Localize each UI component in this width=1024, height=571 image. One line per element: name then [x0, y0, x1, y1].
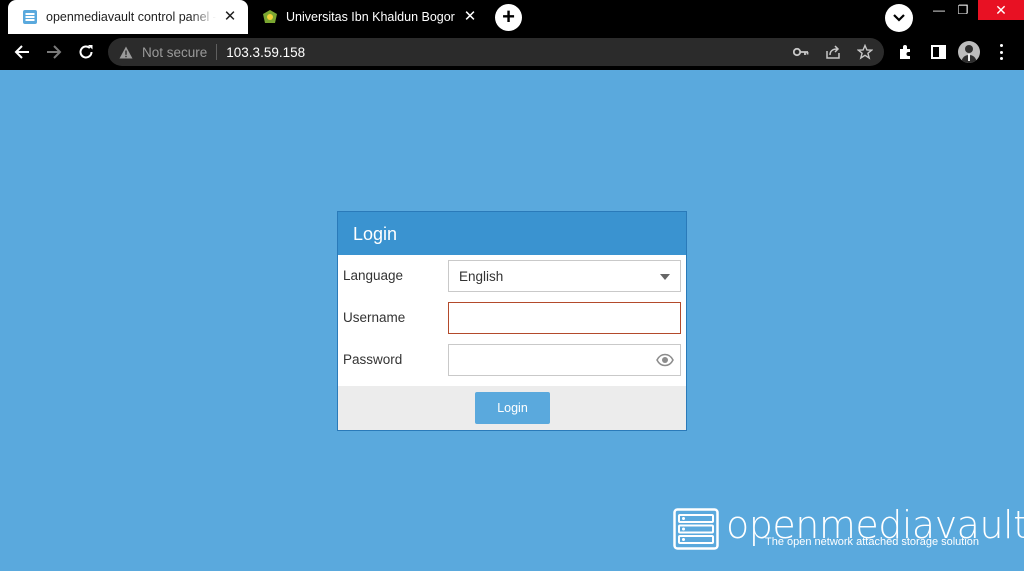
dialog-footer: Login	[338, 386, 686, 430]
brand-tagline: The open network attached storage soluti…	[765, 536, 980, 548]
browser-toolbar: Not secure 103.3.59.158	[0, 34, 1024, 70]
login-dialog: Login Language English Username Password…	[337, 211, 687, 431]
dropdown-arrow-icon[interactable]	[660, 274, 670, 280]
omnibox-actions	[792, 43, 874, 61]
login-button[interactable]: Login	[475, 392, 550, 424]
tab-title: openmediavault control panel - my	[46, 10, 216, 24]
star-icon[interactable]	[856, 43, 874, 61]
password-row: Password	[338, 344, 686, 378]
plus-icon[interactable]: +	[495, 4, 522, 31]
dialog-title: Login	[338, 212, 686, 255]
chevron-down-icon[interactable]	[885, 4, 913, 32]
username-label: Username	[343, 310, 406, 325]
omv-logo-icon	[673, 508, 719, 550]
omv-favicon	[22, 9, 38, 25]
back-arrow-icon[interactable]	[8, 38, 36, 66]
password-label: Password	[343, 352, 403, 367]
warning-icon[interactable]	[118, 44, 134, 60]
username-row: Username	[338, 302, 686, 336]
tab-uika[interactable]: Universitas Ibn Khaldun Bogor ✕	[248, 0, 488, 34]
forward-arrow-icon[interactable]	[40, 38, 68, 66]
uika-favicon	[262, 9, 278, 25]
key-icon[interactable]	[792, 43, 810, 61]
language-row: Language English	[338, 260, 686, 294]
language-value: English	[459, 269, 504, 284]
eye-icon[interactable]	[656, 353, 674, 367]
close-icon[interactable]: ✕	[222, 9, 238, 25]
sidepanel-icon[interactable]	[928, 42, 948, 62]
tab-openmediavault[interactable]: openmediavault control panel - my ✕	[8, 0, 248, 34]
reload-icon[interactable]	[72, 38, 100, 66]
address-bar[interactable]: Not secure 103.3.59.158	[108, 38, 884, 66]
extension-icon[interactable]	[896, 42, 916, 62]
language-label: Language	[343, 268, 404, 283]
divider	[216, 44, 218, 60]
share-icon[interactable]	[824, 43, 842, 61]
avatar[interactable]	[958, 41, 980, 63]
username-field[interactable]	[448, 302, 681, 334]
window-close-button[interactable]: ✕	[978, 0, 1024, 20]
tab-title: Universitas Ibn Khaldun Bogor	[286, 10, 455, 24]
tab-strip: openmediavault control panel - my ✕ Univ…	[0, 0, 1024, 34]
url-text[interactable]: 103.3.59.158	[226, 45, 305, 60]
restore-button[interactable]: ❐	[948, 0, 978, 20]
kebab-menu-icon[interactable]	[995, 42, 1007, 62]
brand-logo: openmediavault The open network attached…	[673, 505, 1024, 552]
close-icon[interactable]: ✕	[462, 9, 478, 25]
language-select[interactable]: English	[448, 260, 681, 292]
security-label[interactable]: Not secure	[142, 45, 207, 60]
password-field[interactable]	[448, 344, 681, 376]
